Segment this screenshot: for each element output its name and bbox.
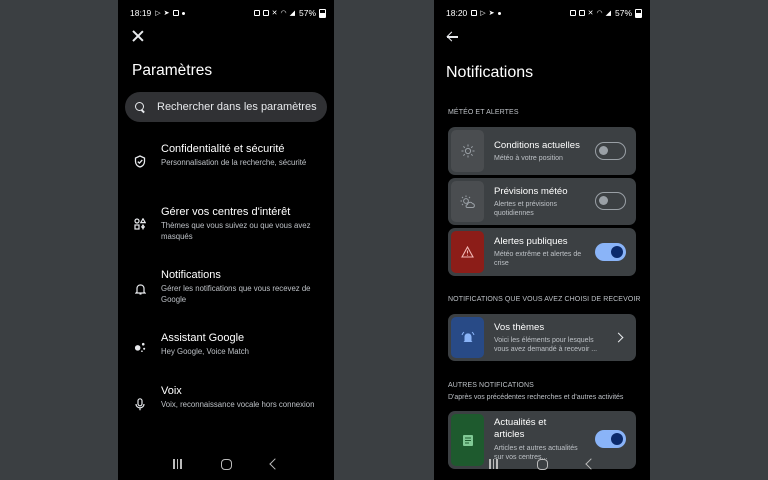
toggle-switch[interactable] (595, 142, 626, 160)
section-header-weather: MÉTÉO ET ALERTES (448, 109, 519, 116)
bag-icon (172, 10, 179, 16)
home-icon[interactable] (220, 458, 232, 470)
close-icon[interactable] (132, 30, 144, 42)
menu-item-subtitle: Personnalisation de la recherche, sécuri… (161, 158, 307, 167)
menu-item-assistant[interactable]: Assistant Google Hey Google, Voice Match (118, 332, 334, 384)
status-time: 18:20 (446, 8, 468, 18)
recents-icon[interactable] (173, 459, 182, 469)
dot-icon (497, 11, 501, 15)
section-header-chosen: NOTIFICATIONS QUE VOUS AVEZ CHOISI DE RE… (448, 296, 641, 303)
notification-icons: ▷ ➤ (155, 9, 185, 17)
card-title: Conditions actuelles (494, 140, 580, 151)
signal-icon: ◢ (605, 9, 611, 17)
signal-icon: ◢ (289, 9, 295, 17)
notifications-screen: 18:20 ▷ ➤ ✕ ◠ ◢ 57% Notifications MÉTÉO … (434, 0, 650, 480)
section-header-other: AUTRES NOTIFICATIONS (448, 382, 534, 389)
toggle-knob (599, 146, 608, 155)
setting-card-public-alerts[interactable]: Alertes publiques Météo extrême et alert… (448, 228, 636, 276)
system-icons: ✕ ◠ ◢ 57% (569, 8, 642, 18)
recents-icon[interactable] (489, 459, 498, 469)
setting-card-forecast[interactable]: Prévisions météo Alertes et prévisions q… (448, 178, 636, 225)
navigation-bar (434, 454, 650, 474)
menu-item-notifications[interactable]: Notifications Gérer les notifications qu… (118, 269, 334, 321)
card-subtitle: Voici les éléments pour lesquels vous av… (494, 337, 598, 353)
card-title: Prévisions météo (494, 186, 568, 197)
notification-icons: ▷ ➤ (471, 9, 501, 17)
send-icon: ➤ (488, 9, 495, 17)
chevron-right-icon (613, 332, 624, 343)
assistant-icon (134, 340, 146, 352)
battery-icon (319, 8, 326, 18)
menu-item-subtitle: Voix, reconnaissance vocale hors connexi… (161, 400, 315, 409)
wifi-icon: ◠ (280, 9, 287, 17)
menu-item-title: Voix (161, 385, 182, 397)
sun-icon (451, 130, 484, 172)
page-title: Paramètres (132, 62, 213, 79)
card-subtitle: Météo à votre position (494, 155, 563, 162)
navigation-bar (118, 454, 334, 474)
battery-icon (635, 8, 642, 18)
toggle-switch[interactable] (595, 243, 626, 261)
search-input[interactable]: Rechercher dans les paramètres (125, 92, 327, 122)
bell-icon (134, 283, 146, 295)
section-subtitle-other: D'après vos précédentes recherches et d'… (448, 394, 624, 401)
alarm-icon (262, 10, 269, 16)
status-bar: 18:20 ▷ ➤ ✕ ◠ ◢ 57% (446, 6, 642, 20)
mute-icon: ✕ (271, 9, 278, 17)
back-nav-icon[interactable] (268, 458, 281, 470)
setting-card-current-conditions[interactable]: Conditions actuelles Météo à votre posit… (448, 127, 636, 175)
shield-check-icon (134, 154, 146, 168)
nfc-icon (253, 10, 260, 16)
menu-item-subtitle: Thèmes que vous suivez ou que vous avez … (161, 221, 311, 241)
interests-icon (134, 218, 146, 230)
send-icon: ➤ (163, 9, 170, 17)
bell-ring-icon (451, 317, 484, 358)
back-nav-icon[interactable] (584, 458, 597, 470)
toggle-knob (611, 433, 623, 445)
menu-item-subtitle: Hey Google, Voice Match (161, 347, 249, 356)
card-subtitle: Météo extrême et alertes de crise (494, 251, 582, 267)
microphone-icon (134, 397, 146, 410)
image-icon (471, 10, 478, 16)
page-title: Notifications (446, 64, 534, 81)
warning-icon (451, 231, 484, 273)
menu-item-title: Gérer vos centres d'intérêt (161, 206, 291, 218)
menu-item-interests[interactable]: Gérer vos centres d'intérêt Thèmes que v… (118, 206, 334, 258)
wifi-icon: ◠ (596, 9, 603, 17)
menu-item-privacy[interactable]: Confidentialité et sécurité Personnalisa… (118, 143, 334, 195)
search-icon (135, 102, 145, 112)
sun-cloud-icon (451, 181, 484, 222)
menu-item-title: Assistant Google (161, 332, 245, 344)
mute-icon: ✕ (587, 9, 594, 17)
toggle-knob (611, 246, 623, 258)
toggle-switch[interactable] (595, 192, 626, 210)
card-title: Vos thèmes (494, 322, 545, 333)
settings-screen: 18:19 ▷ ➤ ✕ ◠ ◢ 57% Paramètres Recherche… (118, 0, 334, 480)
setting-card-your-topics[interactable]: Vos thèmes Voici les éléments pour lesqu… (448, 314, 636, 361)
home-icon[interactable] (536, 458, 548, 470)
alarm-icon (578, 10, 585, 16)
play-icon: ▷ (480, 9, 486, 17)
status-bar: 18:19 ▷ ➤ ✕ ◠ ◢ 57% (130, 6, 326, 20)
dot-icon (181, 11, 185, 15)
play-icon: ▷ (155, 9, 161, 17)
battery-percent: 57% (298, 8, 316, 18)
nfc-icon (569, 10, 576, 16)
system-icons: ✕ ◠ ◢ 57% (253, 8, 326, 18)
search-placeholder: Rechercher dans les paramètres (157, 101, 317, 113)
status-time: 18:19 (130, 8, 152, 18)
menu-item-title: Confidentialité et sécurité (161, 143, 285, 155)
back-arrow-icon[interactable] (446, 31, 458, 43)
toggle-knob (599, 196, 608, 205)
card-title: Alertes publiques (494, 236, 568, 247)
menu-item-voice[interactable]: Voix Voix, reconnaissance vocale hors co… (118, 385, 334, 437)
menu-item-title: Notifications (161, 269, 221, 281)
battery-percent: 57% (614, 8, 632, 18)
toggle-switch[interactable] (595, 430, 626, 448)
card-title: Actualités et articles (494, 417, 547, 440)
menu-item-subtitle: Gérer les notifications que vous recevez… (161, 284, 311, 304)
card-subtitle: Alertes et prévisions quotidiennes (494, 201, 558, 217)
